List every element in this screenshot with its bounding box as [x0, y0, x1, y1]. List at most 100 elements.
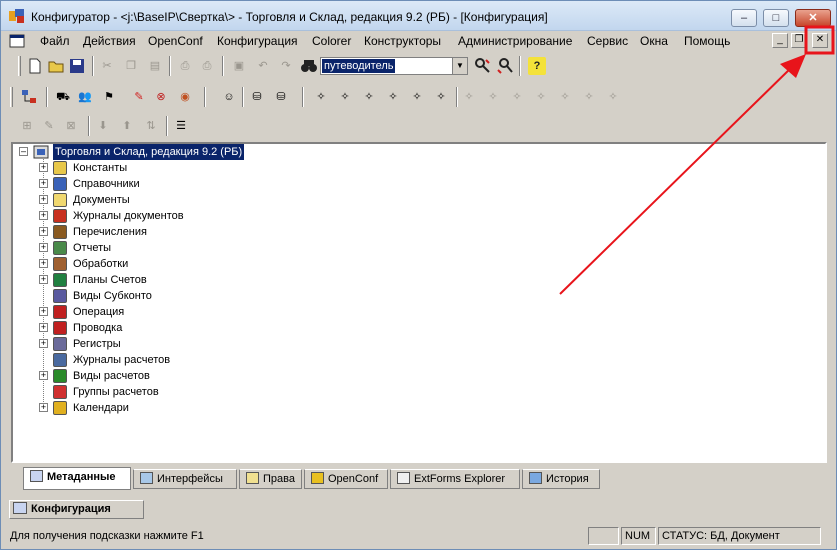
menu-configuration[interactable]: Конфигурация: [217, 34, 298, 48]
redo-icon[interactable]: ↷: [277, 57, 295, 75]
user-settings-icon[interactable]: ☺: [220, 88, 238, 106]
wizard-5-icon[interactable]: ✧: [556, 88, 574, 106]
title-bar[interactable]: Конфигуратор - <j:\BaseIP\Свертка\> - То…: [1, 1, 836, 31]
tab-extforms-explorer[interactable]: ExtForms Explorer: [390, 469, 520, 489]
sort-icon[interactable]: ⇅: [142, 117, 160, 135]
wizard-3-icon[interactable]: ✧: [508, 88, 526, 106]
expand-icon[interactable]: +: [39, 403, 48, 412]
tree-item-label[interactable]: Виды расчетов: [73, 368, 150, 384]
window-maximize-button[interactable]: □: [763, 9, 789, 27]
menu-colorer[interactable]: Colorer: [312, 34, 351, 48]
cut-icon[interactable]: ✂: [98, 57, 116, 75]
chevron-down-icon[interactable]: ▼: [452, 58, 467, 74]
properties-icon[interactable]: ▣: [230, 57, 248, 75]
print-preview-icon[interactable]: ⎙: [198, 57, 216, 75]
move-up-icon[interactable]: ⬆: [118, 117, 136, 135]
mdi-close-button[interactable]: ✕: [812, 33, 828, 48]
designer-6-icon[interactable]: ✧: [432, 88, 450, 106]
save-to-db-icon[interactable]: ⛁: [248, 88, 266, 106]
tree-item-label[interactable]: Журналы документов: [73, 208, 184, 224]
menu-windows[interactable]: Окна: [640, 34, 668, 48]
toolbar-grip[interactable]: [10, 87, 13, 107]
designer-2-icon[interactable]: ✧: [336, 88, 354, 106]
expand-icon[interactable]: +: [39, 227, 48, 236]
mdi-restore-button[interactable]: ❐: [791, 33, 807, 48]
tree-root-label[interactable]: Торговля и Склад, редакция 9.2 (РБ): [53, 144, 245, 160]
tree-item-label[interactable]: Справочники: [73, 176, 140, 192]
menu-help[interactable]: Помощь: [684, 34, 730, 48]
wizard-2-icon[interactable]: ✧: [484, 88, 502, 106]
find-previous-icon[interactable]: [496, 57, 514, 75]
expand-icon[interactable]: +: [39, 275, 48, 284]
move-down-icon[interactable]: ⬇: [94, 117, 112, 135]
tree-item-label[interactable]: Календари: [73, 400, 129, 416]
wizard-6-icon[interactable]: ✧: [580, 88, 598, 106]
tree-item-label[interactable]: Обработки: [73, 256, 128, 272]
wizard-4-icon[interactable]: ✧: [532, 88, 550, 106]
paste-icon[interactable]: ▤: [146, 57, 164, 75]
tree-item-label[interactable]: Регистры: [73, 336, 121, 352]
find-next-icon[interactable]: [474, 57, 492, 75]
expand-icon[interactable]: +: [39, 339, 48, 348]
tree-item-label[interactable]: Группы расчетов: [73, 384, 159, 400]
open-module-icon[interactable]: ⛟: [54, 88, 72, 106]
wizard-1-icon[interactable]: ✧: [460, 88, 478, 106]
collapse-icon[interactable]: –: [19, 147, 28, 156]
expand-icon[interactable]: +: [39, 371, 48, 380]
load-from-db-icon[interactable]: ⛁: [272, 88, 290, 106]
designer-3-icon[interactable]: ✧: [360, 88, 378, 106]
expand-icon[interactable]: +: [39, 307, 48, 316]
expand-icon[interactable]: +: [39, 195, 48, 204]
metadata-tree[interactable]: – Торговля и Склад, редакция 9.2 (РБ) + К…: [11, 142, 827, 463]
tree-item-label[interactable]: Виды Субконто: [73, 288, 152, 304]
tab-interfaces[interactable]: Интерфейсы: [133, 469, 237, 489]
help-question-icon[interactable]: ?: [528, 57, 546, 75]
syntax-assistant-icon[interactable]: ✎: [130, 88, 148, 106]
edit-object-icon[interactable]: ✎: [40, 117, 58, 135]
designer-4-icon[interactable]: ✧: [384, 88, 402, 106]
menu-designers[interactable]: Конструкторы: [364, 34, 441, 48]
tab-openconf[interactable]: OpenConf: [304, 469, 388, 489]
document-window-icon[interactable]: [9, 34, 25, 48]
menu-file[interactable]: Файл: [40, 34, 70, 48]
menu-service[interactable]: Сервис: [587, 34, 628, 48]
wizard-7-icon[interactable]: ✧: [604, 88, 622, 106]
open-folder-icon[interactable]: [47, 57, 65, 75]
menu-actions[interactable]: Действия: [83, 34, 136, 48]
debugger-icon[interactable]: ⊗: [152, 88, 170, 106]
search-combo-value[interactable]: путеводитель: [322, 59, 396, 73]
tree-item-label[interactable]: Журналы расчетов: [73, 352, 170, 368]
expand-icon[interactable]: +: [39, 243, 48, 252]
tree-item-label[interactable]: Документы: [73, 192, 130, 208]
metadata-tree-icon[interactable]: [20, 88, 38, 106]
menu-administration[interactable]: Администрирование: [458, 34, 572, 48]
expand-icon[interactable]: +: [39, 211, 48, 220]
menu-openconf[interactable]: OpenConf: [148, 34, 203, 48]
search-combo[interactable]: путеводитель ▼: [320, 57, 468, 75]
mdi-minimize-button[interactable]: _: [772, 33, 788, 48]
designer-5-icon[interactable]: ✧: [408, 88, 426, 106]
new-object-icon[interactable]: ⊞: [18, 117, 36, 135]
expand-icon[interactable]: +: [39, 179, 48, 188]
save-icon[interactable]: [68, 57, 86, 75]
tree-item-label[interactable]: Отчеты: [73, 240, 111, 256]
window-close-button[interactable]: ✕: [795, 9, 831, 27]
run-enterprise-icon[interactable]: ◉: [176, 88, 194, 106]
window-bar-configuration[interactable]: Конфигурация: [9, 500, 144, 519]
tree-item-label[interactable]: Проводка: [73, 320, 122, 336]
tree-item-label[interactable]: Константы: [73, 160, 127, 176]
print-icon[interactable]: ⎙: [176, 57, 194, 75]
expand-icon[interactable]: +: [39, 323, 48, 332]
copy-icon[interactable]: ❐: [122, 57, 140, 75]
expand-icon[interactable]: +: [39, 163, 48, 172]
tree-item-label[interactable]: Планы Счетов: [73, 272, 147, 288]
find-binoculars-icon[interactable]: [300, 57, 318, 75]
undo-icon[interactable]: ↶: [254, 57, 272, 75]
delete-object-icon[interactable]: ⊠: [62, 117, 80, 135]
designer-1-icon[interactable]: ✧: [312, 88, 330, 106]
rights-icon[interactable]: ⚑: [100, 88, 118, 106]
window-minimize-button[interactable]: –: [731, 9, 757, 27]
tree-item-label[interactable]: Операция: [73, 304, 124, 320]
tab-history[interactable]: История: [522, 469, 600, 489]
expand-icon[interactable]: +: [39, 259, 48, 268]
